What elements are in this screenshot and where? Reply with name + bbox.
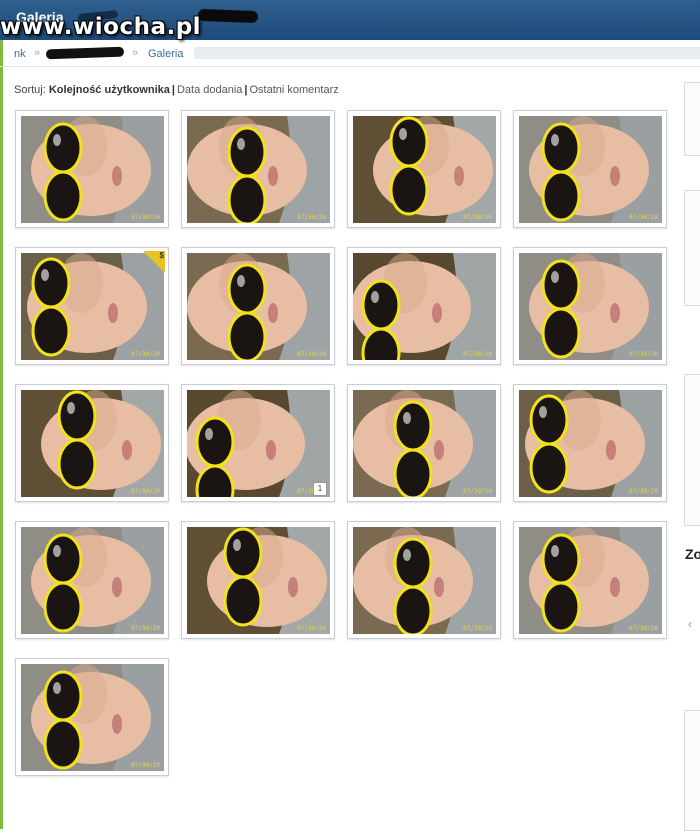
photo-date-stamp: 07/30/20 (629, 351, 658, 358)
sidebar-panel (684, 190, 700, 306)
left-accent-bar (0, 40, 3, 829)
photo-image (21, 390, 164, 497)
photo-thumbnail[interactable]: 07/30/20 (181, 247, 335, 365)
redaction-mark (197, 8, 259, 24)
photo-thumbnail[interactable]: 07/30/20 (513, 247, 667, 365)
photo-image (187, 390, 330, 497)
photo-thumbnail[interactable]: 07/30/20 (347, 110, 501, 228)
photo-image (187, 527, 330, 634)
photo-thumbnail[interactable]: 07/30/20 (347, 521, 501, 639)
sort-label: Sortuj: (14, 84, 46, 96)
watermark: www.wiocha.pl (0, 14, 202, 40)
sort-option-user-order[interactable]: Kolejność użytkownika (49, 84, 170, 96)
photo-thumbnail[interactable]: 07/30/20 (347, 247, 501, 365)
photo-date-stamp: 07/30/20 (297, 214, 326, 221)
sidebar-panel (684, 710, 700, 831)
photo-thumbnail[interactable]: 07/30/20 (15, 384, 169, 502)
breadcrumb-home[interactable]: nk (14, 48, 26, 60)
photo-image (519, 116, 662, 223)
photo-thumbnail[interactable]: 07/30/20 (347, 384, 501, 502)
photo-image (187, 116, 330, 223)
photo-thumbnail[interactable]: 07/30/20 $ (15, 247, 169, 365)
sidebar-panel (684, 374, 700, 526)
comment-count-badge[interactable]: 1 (313, 482, 327, 496)
photo-date-stamp: 07/30/20 (131, 214, 160, 221)
photo-image (21, 527, 164, 634)
sort-option-date-added[interactable]: Data dodania (177, 84, 242, 96)
photo-date-stamp: 07/30/20 (131, 351, 160, 358)
sort-option-last-comment[interactable]: Ostatni komentarz (250, 84, 339, 96)
photo-date-stamp: 07/30/20 (131, 625, 160, 632)
photo-date-stamp: 07/30/20 (297, 625, 326, 632)
redaction-mark (45, 46, 125, 60)
photo-date-stamp: 07/30/20 (463, 488, 492, 495)
photo-date-stamp: 07/30/20 (131, 762, 160, 769)
photo-date-stamp: 07/30/20 (629, 214, 658, 221)
breadcrumb: nk » » Galeria (0, 42, 700, 67)
photo-thumbnail[interactable]: 07/30/20 1 (181, 384, 335, 502)
breadcrumb-separator: » (132, 47, 139, 59)
photo-image (187, 253, 330, 360)
photo-image (353, 390, 496, 497)
sort-bar: Sortuj: Kolejność użytkownika | Data dodan… (14, 84, 339, 96)
photo-image (353, 253, 496, 360)
photo-image (519, 527, 662, 634)
photo-thumbnail[interactable]: 07/30/20 (513, 384, 667, 502)
photo-date-stamp: 07/30/20 (131, 488, 160, 495)
photo-image (519, 390, 662, 497)
breadcrumb-bar (194, 47, 700, 59)
photo-date-stamp: 07/30/20 (629, 625, 658, 632)
photo-thumbnail[interactable]: 07/30/20 (15, 521, 169, 639)
corner-badge-symbol: $ (159, 251, 164, 260)
photo-date-stamp: 07/30/20 (463, 214, 492, 221)
photo-thumbnail[interactable]: 07/30/20 (15, 110, 169, 228)
photo-thumbnail[interactable]: 07/30/20 (513, 521, 667, 639)
photo-image (519, 253, 662, 360)
photo-date-stamp: 07/30/20 (297, 351, 326, 358)
photo-date-stamp: 07/30/20 (463, 351, 492, 358)
photo-thumbnail[interactable]: 07/30/20 (513, 110, 667, 228)
photo-thumbnail[interactable]: 07/30/20 (181, 110, 335, 228)
photo-image (353, 116, 496, 223)
sidebar-heading: Zo (685, 546, 700, 562)
corner-badge: $ (143, 251, 165, 273)
photo-date-stamp: 07/30/20 (629, 488, 658, 495)
photo-image (21, 664, 164, 771)
sidebar-panel (684, 82, 700, 156)
photo-thumbnail[interactable]: 07/30/20 (15, 658, 169, 776)
breadcrumb-separator: » (34, 47, 41, 59)
photo-image (21, 116, 164, 223)
carousel-prev-icon[interactable]: ‹ (688, 617, 692, 631)
breadcrumb-gallery[interactable]: Galeria (148, 48, 183, 60)
photo-thumbnail[interactable]: 07/30/20 (181, 521, 335, 639)
photo-image (353, 527, 496, 634)
photo-date-stamp: 07/30/20 (463, 625, 492, 632)
